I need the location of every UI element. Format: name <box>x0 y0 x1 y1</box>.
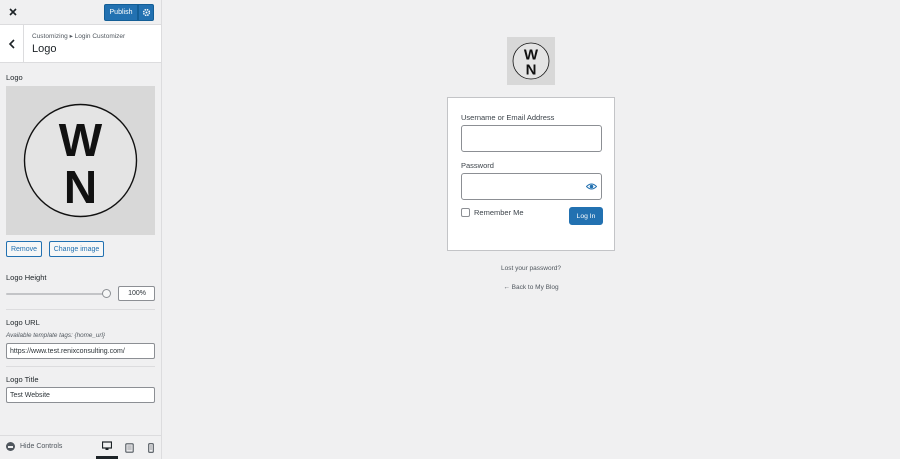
remember-me-label: Remember Me <box>474 208 524 217</box>
desktop-preview-button[interactable] <box>96 436 118 459</box>
hide-controls-icon <box>6 442 15 451</box>
publish-settings-button[interactable] <box>138 4 154 21</box>
gear-icon <box>142 8 150 17</box>
hide-controls-label: Hide Controls <box>20 443 63 450</box>
mobile-icon <box>148 442 154 453</box>
publish-group: Publish <box>104 4 154 21</box>
password-input[interactable] <box>461 173 602 200</box>
publish-button[interactable]: Publish <box>104 4 138 21</box>
section-title: Logo <box>32 43 57 55</box>
back-to-blog-link[interactable]: ← Back to My Blog <box>447 284 615 291</box>
logo-url-hint: Available template tags: {home_url} <box>6 332 105 339</box>
logo-letter-n: N <box>64 161 97 213</box>
log-in-button[interactable]: Log In <box>569 207 603 225</box>
lost-password-link[interactable]: Lost your password? <box>447 265 615 272</box>
breadcrumb: Customizing ▸ Login Customizer <box>32 33 126 40</box>
logo-title-label: Logo Title <box>6 375 39 384</box>
logo-height-slider-track[interactable] <box>6 293 108 295</box>
divider <box>6 309 155 310</box>
logo-label: Logo <box>6 73 23 82</box>
password-label: Password <box>461 161 494 170</box>
tablet-icon <box>124 442 134 453</box>
login-logo-letter-n: N <box>526 62 537 79</box>
hide-controls-button[interactable]: Hide Controls <box>6 442 62 451</box>
logo-title-input[interactable]: Test Website <box>6 387 155 403</box>
remember-me: Remember Me <box>461 208 524 217</box>
chevron-left-icon <box>8 38 15 49</box>
logo-preview-image: W N <box>6 86 155 235</box>
logo-height-input[interactable]: 100% <box>118 286 155 301</box>
back-button[interactable] <box>0 25 24 62</box>
mobile-preview-button[interactable] <box>140 436 162 459</box>
logo-url-label: Logo URL <box>6 318 40 327</box>
logo-url-input[interactable]: https://www.test.renixconsulting.com/ <box>6 343 155 359</box>
logo-height-slider-thumb[interactable] <box>102 289 111 298</box>
desktop-icon <box>102 441 112 450</box>
login-preview: W N Username or Email Address Password R… <box>162 0 900 459</box>
change-image-button[interactable]: Change image <box>49 241 104 257</box>
username-input[interactable] <box>461 125 602 152</box>
remember-me-checkbox[interactable] <box>461 208 470 217</box>
logo-height-label: Logo Height <box>6 273 47 282</box>
login-logo[interactable]: W N <box>507 37 555 85</box>
customizer-footer: Hide Controls <box>0 435 161 459</box>
logo-letter-w: W <box>59 114 103 166</box>
username-label: Username or Email Address <box>461 113 555 122</box>
close-icon[interactable] <box>6 5 20 19</box>
eye-icon[interactable] <box>586 182 597 191</box>
divider <box>6 366 155 367</box>
login-form: Username or Email Address Password Remem… <box>447 97 615 251</box>
remove-logo-button[interactable]: Remove <box>6 241 42 257</box>
section-header: Customizing ▸ Login Customizer Logo <box>0 25 161 63</box>
tablet-preview-button[interactable] <box>118 436 140 459</box>
customizer-sidebar: Publish Customizing ▸ Login Customizer L… <box>0 0 162 459</box>
customizer-header: Publish <box>0 0 161 25</box>
